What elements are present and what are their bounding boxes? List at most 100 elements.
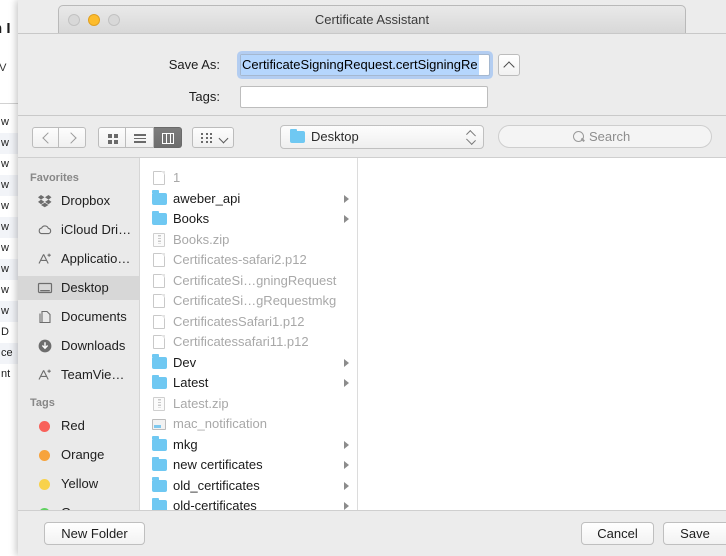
file-row[interactable]: old_certificates [140, 476, 357, 496]
document-icon [153, 273, 165, 288]
dialog-titlebar: Certificate Assistant [58, 5, 686, 33]
file-name: 1 [173, 170, 181, 185]
disclosure-triangle-icon[interactable] [344, 502, 349, 510]
new-folder-button[interactable]: New Folder [44, 522, 145, 545]
cloud-icon [37, 222, 53, 238]
file-name: CertificateSi…gningRequest [173, 272, 337, 288]
disclosure-triangle-icon[interactable] [344, 215, 349, 223]
column-view-button[interactable] [154, 127, 182, 148]
file-row[interactable]: Dev [140, 353, 357, 373]
disclosure-triangle-icon[interactable] [344, 461, 349, 469]
folder-icon [152, 436, 167, 451]
location-popup-button[interactable]: Desktop [280, 125, 484, 149]
sidebar-item-applicatio[interactable]: Applicatio… [18, 247, 139, 271]
document-icon [153, 294, 165, 308]
file-name: Latest [173, 375, 209, 390]
folder-icon [152, 456, 167, 471]
file-name: old_certificates [173, 477, 260, 493]
document-icon [153, 253, 165, 267]
sidebar-item-label: Dropbox [61, 193, 111, 208]
sidebar-item-desktop[interactable]: Desktop [18, 276, 139, 300]
file-row[interactable]: CertificatesSafari1.p12 [140, 312, 357, 332]
file-row[interactable]: Latest.zip [140, 394, 357, 414]
cancel-button[interactable]: Cancel [581, 522, 654, 545]
save-dialog: Certificate Assistant Save As: Certifica… [18, 0, 726, 556]
documents-icon [37, 309, 53, 325]
file-name: mac_notification [173, 416, 267, 431]
tags-label: Tags: [188, 89, 220, 104]
search-icon [573, 131, 584, 142]
arrange-menu-button[interactable] [192, 127, 234, 148]
file-name: old-certificates [173, 498, 257, 511]
disclosure-triangle-icon[interactable] [344, 481, 349, 490]
updown-stepper-icon [466, 130, 476, 145]
applications-icon [37, 251, 53, 267]
file-browser: Favorites Dropbox iCloud Dri… Applicatio… De… [18, 157, 726, 520]
save-button[interactable]: Save [663, 522, 726, 545]
document-icon [153, 171, 165, 185]
forward-button[interactable] [59, 127, 86, 148]
file-row[interactable]: CertificateSi…gningRequest [140, 271, 357, 291]
icon-view-button[interactable] [98, 127, 126, 148]
file-name: aweber_api [173, 190, 241, 206]
disclosure-triangle-icon[interactable] [344, 440, 349, 449]
disclosure-triangle-icon[interactable] [344, 194, 349, 203]
dialog-bottom-bar: New Folder Cancel Save [18, 510, 726, 556]
folder-icon [290, 128, 305, 143]
sidebar-item-label: Desktop [61, 280, 109, 295]
file-name: Books.zip [173, 231, 230, 247]
save-as-value: CertificateSigningRequest.certSigningRe [241, 55, 479, 75]
tag-color-dot [39, 450, 50, 461]
search-input[interactable]: Search [498, 125, 712, 148]
save-as-input[interactable]: CertificateSigningRequest.certSigningRe [240, 54, 490, 76]
file-row[interactable]: old-certificates [140, 496, 357, 511]
back-button[interactable] [32, 127, 59, 148]
expand-dialog-button[interactable] [498, 54, 520, 76]
sidebar-item-label: Documents [61, 309, 127, 324]
sidebar-tag-red[interactable]: Red [18, 414, 139, 438]
sidebar-tag-orange[interactable]: Orange [18, 443, 139, 467]
document-icon [153, 314, 165, 329]
sidebar-item-label: Applicatio… [61, 251, 131, 266]
list-view-button[interactable] [126, 127, 154, 148]
sidebar-item-label: TeamVie… [61, 367, 125, 382]
downloads-icon [37, 338, 53, 354]
disclosure-triangle-icon[interactable] [344, 358, 349, 367]
sidebar-header-tags: Tags [30, 397, 55, 409]
image-icon [152, 419, 166, 430]
sidebar-item-dropbox[interactable]: Dropbox [18, 189, 139, 213]
folder-icon [152, 477, 167, 492]
file-row[interactable]: mkg [140, 435, 357, 455]
file-row[interactable]: Latest [140, 373, 357, 393]
file-column-1[interactable]: 1 aweber_api Books Books.zip Certificates-sa… [140, 158, 358, 511]
tag-color-dot [39, 479, 50, 490]
window-title: Certificate Assistant [314, 12, 430, 27]
disclosure-triangle-icon[interactable] [344, 379, 349, 387]
file-row[interactable]: Books.zip [140, 230, 357, 250]
file-row[interactable]: CertificateSi…gRequestmkg [140, 291, 357, 311]
sidebar-item-icloud-dri[interactable]: iCloud Dri… [18, 218, 139, 242]
file-row[interactable]: aweber_api [140, 189, 357, 209]
tags-input[interactable] [240, 86, 488, 108]
file-row[interactable]: new certificates [140, 455, 357, 475]
background-window-title: te Push I [0, 20, 11, 37]
sidebar-tag-label: Yellow [61, 476, 99, 491]
file-name: CertificatesSafari1.p12 [173, 313, 305, 329]
sidebar-tag-yellow[interactable]: Yellow [18, 472, 139, 496]
file-name: Books [173, 211, 210, 226]
desktop-icon [37, 280, 53, 296]
file-row[interactable]: Certificates-safari2.p12 [140, 250, 357, 270]
icon-view-icon [108, 134, 118, 144]
document-icon [153, 335, 165, 349]
sidebar-item-downloads[interactable]: Downloads [18, 334, 139, 358]
folder-icon [152, 354, 167, 369]
sidebar-item-teamvie[interactable]: TeamVie… [18, 363, 139, 387]
sidebar-item-documents[interactable]: Documents [18, 305, 139, 329]
file-row[interactable]: 1 [140, 168, 357, 188]
file-name: Dev [173, 354, 197, 370]
file-row[interactable]: Books [140, 209, 357, 229]
tag-color-dot [39, 421, 50, 432]
search-placeholder: Search [589, 129, 631, 144]
file-row[interactable]: mac_notification [140, 414, 357, 434]
file-row[interactable]: Certificatessafari11.p12 [140, 332, 357, 352]
